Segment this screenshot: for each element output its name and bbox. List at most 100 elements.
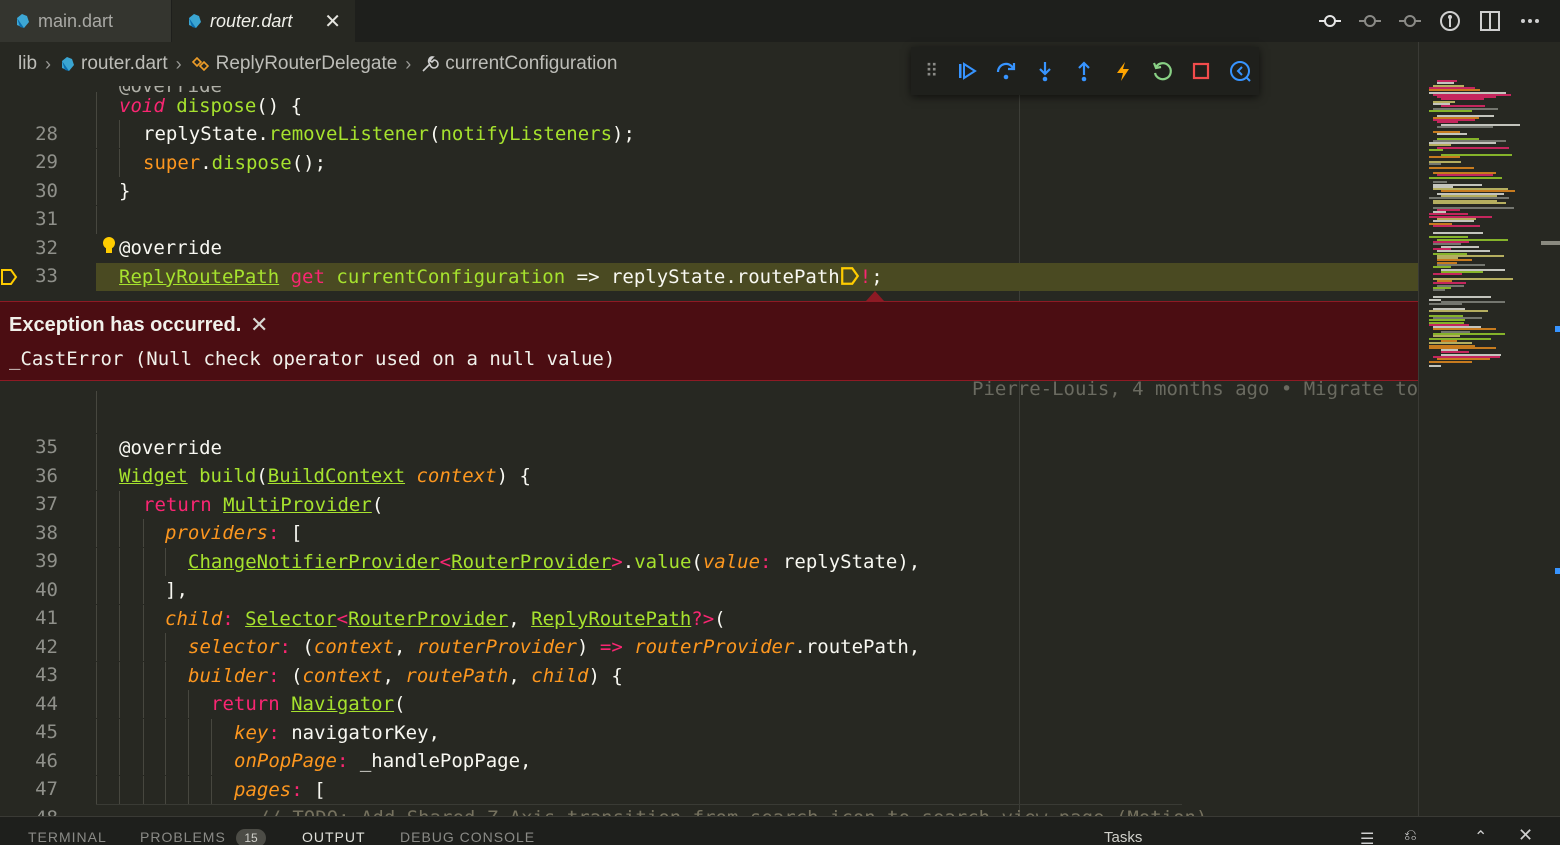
breadcrumb-label: ReplyRouterDelegate <box>215 53 398 74</box>
code-line-33: 33 @override <box>0 234 1418 287</box>
inline-stop-icon <box>840 267 859 285</box>
code-line-38: 38 return MultiProvider( <box>0 491 1418 544</box>
open-devtools-icon[interactable] <box>1220 51 1259 91</box>
minimap-code-line <box>1429 365 1441 368</box>
debug-toolbar: ⠿ <box>911 47 1259 95</box>
minimap-code-line <box>1429 360 1472 363</box>
stop-icon[interactable] <box>1181 51 1220 91</box>
split-editor-icon[interactable] <box>1478 9 1502 33</box>
tab-bar: main.dart router.dart ✕ <box>0 0 1560 42</box>
step-over-icon[interactable] <box>986 51 1025 91</box>
code-line-35: 35 <box>0 391 1418 458</box>
code-line-46: 46 key: navigatorKey, <box>0 719 1418 772</box>
exception-message: _CastError (Null check operator used on … <box>9 348 616 370</box>
minimap-code-line <box>1433 273 1462 276</box>
minimap-code-line <box>1429 298 1441 301</box>
more-actions-icon[interactable] <box>1518 9 1542 33</box>
editor-actions <box>1318 0 1560 42</box>
minimap[interactable] <box>1418 42 1560 816</box>
breadcrumb-item-class[interactable]: ReplyRouterDelegate <box>190 53 398 75</box>
tab-main-dart[interactable]: main.dart <box>0 0 172 42</box>
minimap-code-line <box>1429 162 1441 165</box>
vscode-window: main.dart router.dart ✕ lib › router.dar… <box>0 0 1560 845</box>
minimap-code-line <box>1437 126 1493 128</box>
minimap-code-line <box>1437 146 1509 149</box>
minimap-code-line <box>1429 149 1443 151</box>
git-next-icon[interactable] <box>1398 9 1422 33</box>
code-line-34: 34 ReplyRoutePath get currentConfigurati… <box>0 263 1418 400</box>
minimap-code-line <box>1433 201 1506 204</box>
close-exception-icon[interactable]: ✕ <box>250 312 268 338</box>
chevron-right-icon: › <box>45 53 52 74</box>
code-line-30: 30 super.dispose(); <box>0 149 1418 202</box>
code-line-47: 47 onPopPage: _handlePopPage, <box>0 747 1418 800</box>
minimap-code-line <box>1429 176 1502 179</box>
minimap-code-line <box>1433 231 1483 234</box>
code-line-28: 28 void dispose() { <box>0 92 1418 145</box>
exception-widget: Exception has occurred. ✕ _CastError (Nu… <box>0 301 1418 381</box>
hot-reload-icon[interactable] <box>1103 51 1142 91</box>
breadcrumb-item-getter[interactable]: currentConfiguration <box>419 53 617 75</box>
minimap-code-line <box>1437 132 1467 135</box>
breadcrumb-item-lib[interactable]: lib <box>18 53 37 75</box>
minimap-change-marker <box>1555 326 1560 332</box>
minimap-code-line <box>1429 337 1491 340</box>
breakpoint-arrow-icon[interactable] <box>0 268 18 286</box>
list-icon[interactable]: ☰ <box>1360 829 1374 845</box>
step-into-icon[interactable] <box>1025 51 1064 91</box>
tab-debug-console[interactable]: DEBUG CONSOLE <box>400 829 535 845</box>
dart-file-icon <box>62 57 75 71</box>
close-panel-icon[interactable]: ✕ <box>1518 825 1533 845</box>
exception-title: Exception has occurred. <box>9 314 242 336</box>
drag-handle-icon[interactable]: ⠿ <box>925 61 947 82</box>
code-line-41: 41 ], <box>0 576 1418 629</box>
minimap-code-line <box>1429 310 1488 312</box>
tab-label: main.dart <box>38 10 114 31</box>
git-commit-icon[interactable] <box>1318 9 1342 33</box>
git-previous-icon[interactable] <box>1358 9 1382 33</box>
output-channel-select[interactable]: Tasks <box>1104 829 1142 845</box>
lightbulb-icon[interactable] <box>101 236 117 256</box>
minimap-code-line <box>1433 296 1491 299</box>
minimap-code-line <box>1429 346 1496 349</box>
breadcrumb-item-file[interactable]: router.dart <box>59 53 168 75</box>
dart-file-icon <box>189 14 201 28</box>
code-line-40: 40 ChangeNotifierProvider<RouterProvider… <box>0 548 1418 601</box>
step-out-icon[interactable] <box>1064 51 1103 91</box>
restart-icon[interactable] <box>1142 51 1181 91</box>
code-line-29: 29 replyState.removeListener(notifyListe… <box>0 120 1418 173</box>
problems-count-badge: 15 <box>236 829 266 845</box>
minimap-code-line <box>1429 109 1472 112</box>
breadcrumb-label: currentConfiguration <box>445 53 618 74</box>
bottom-panel: TERMINAL PROBLEMS 15 OUTPUT DEBUG CONSOL… <box>0 816 1560 845</box>
tab-output[interactable]: OUTPUT <box>302 829 366 845</box>
todo-comment: // TODO: Add Shared Z-Axis transition fr… <box>258 804 1207 816</box>
tab-router-dart[interactable]: router.dart ✕ <box>172 0 356 42</box>
wrench-icon <box>422 56 440 72</box>
code-line-45: 45 return Navigator( <box>0 690 1418 743</box>
minimap-code-line <box>1429 155 1460 158</box>
code-line-48: 48 pages: [ <box>0 776 1418 816</box>
minimap-code-line <box>1433 289 1445 292</box>
close-tab-icon[interactable]: ✕ <box>324 9 341 34</box>
exception-pointer-icon <box>866 291 884 301</box>
open-changes-icon[interactable] <box>1438 9 1462 33</box>
code-editor[interactable]: @override 28 void dispose() { 29 replySt… <box>0 86 1418 816</box>
chevron-up-icon[interactable]: ⌃ <box>1474 827 1487 845</box>
minimap-code-line <box>1429 167 1474 170</box>
minimap-code-line <box>1429 303 1462 306</box>
dart-file-icon <box>17 14 29 28</box>
tab-terminal[interactable]: TERMINAL <box>28 829 107 845</box>
code-line-37: 37 Widget build(BuildContext context) { <box>0 462 1418 515</box>
tab-problems[interactable]: PROBLEMS <box>140 829 226 845</box>
continue-icon[interactable] <box>947 51 986 91</box>
breadcrumb-label: lib <box>18 53 38 74</box>
code-line-44: 44 builder: (context, routePath, child) … <box>0 662 1418 715</box>
code-line-49: 49 // TODO: Add Shared Z-Axis transition… <box>0 804 1418 816</box>
code-line-39: 39 providers: [ <box>0 519 1418 572</box>
code-line-42: 42 child: Selector<RouterProvider, Reply… <box>0 605 1418 658</box>
chevron-right-icon: › <box>175 53 182 74</box>
chevron-right-icon: › <box>405 53 412 74</box>
minimap-code-line <box>1433 224 1480 227</box>
lock-scroll-icon[interactable]: ⎌ <box>1404 827 1417 845</box>
